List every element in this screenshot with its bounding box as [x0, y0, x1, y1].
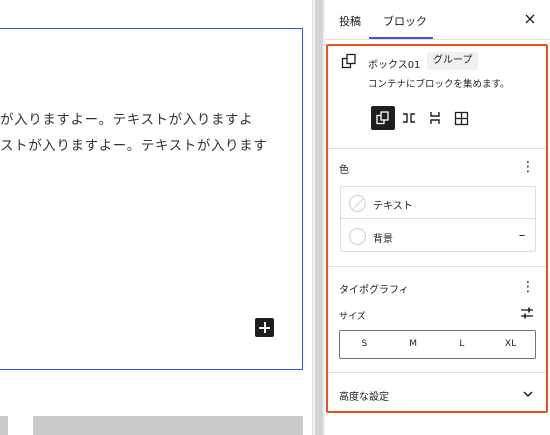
- reset-background-button[interactable]: –: [515, 229, 529, 243]
- canvas-bottom-strip: [0, 416, 8, 435]
- tab-post[interactable]: 投稿: [339, 13, 361, 29]
- panel-divider: [328, 266, 546, 267]
- settings-sidebar: 投稿 ブロック × ボックス01 グループ コンテナにブロックを集めます。 色 …: [325, 0, 550, 435]
- advanced-panel-title[interactable]: 高度な設定: [339, 388, 389, 403]
- row-icon: [403, 113, 415, 123]
- sidebar-tabs: 投稿 ブロック ×: [325, 0, 550, 40]
- block-name: ボックス01: [368, 60, 421, 71]
- close-sidebar-button[interactable]: ×: [521, 9, 539, 29]
- panel-divider: [328, 372, 546, 373]
- group-block-icon: [341, 53, 356, 69]
- color-panel-title: 色: [339, 165, 349, 176]
- group-icon: [376, 111, 389, 125]
- canvas-bottom-block: [33, 416, 303, 435]
- panel-divider: [328, 148, 546, 149]
- variation-stack-button[interactable]: [423, 106, 447, 130]
- active-tab-indicator: [369, 37, 433, 39]
- color-settings-list: テキスト 背景 –: [340, 186, 536, 252]
- canvas-scrollbar[interactable]: [312, 0, 325, 435]
- block-description: コンテナにブロックを集めます。: [368, 79, 510, 90]
- font-size-s[interactable]: S: [340, 331, 389, 358]
- color-options-kebab-icon[interactable]: ⋮: [521, 158, 535, 176]
- font-size-m[interactable]: M: [389, 331, 438, 358]
- background-color-swatch-icon: [349, 228, 366, 245]
- chevron-down-icon[interactable]: [520, 386, 536, 402]
- color-item-label: 背景: [373, 234, 393, 245]
- block-inserter-plus-icon[interactable]: [255, 318, 274, 337]
- tab-block[interactable]: ブロック: [383, 13, 427, 29]
- text-color-swatch-icon: [349, 195, 366, 212]
- custom-size-settings-icon[interactable]: [519, 305, 535, 321]
- font-size-label: サイズ: [339, 312, 366, 322]
- scrollbar-thumb[interactable]: [315, 0, 323, 435]
- color-item-background[interactable]: 背景 –: [341, 220, 535, 252]
- font-size-l[interactable]: L: [438, 331, 487, 358]
- variation-badge: グループ: [427, 52, 479, 70]
- color-item-label: テキスト: [373, 201, 413, 212]
- color-item-text[interactable]: テキスト: [341, 187, 535, 219]
- paragraph-line-2[interactable]: ストが入りますよー。テキストが入ります: [0, 134, 267, 154]
- variation-grid-button[interactable]: [449, 106, 473, 130]
- grid-icon: [454, 111, 468, 125]
- paragraph-line-1[interactable]: が入りますよー。テキストが入りますよ: [0, 108, 253, 128]
- stack-icon: [430, 112, 440, 124]
- typography-options-kebab-icon[interactable]: ⋮: [521, 278, 535, 296]
- variation-row-button[interactable]: [397, 106, 421, 130]
- variation-group-button[interactable]: [371, 106, 395, 130]
- font-size-picker: S M L XL: [339, 330, 536, 359]
- font-size-xl[interactable]: XL: [486, 331, 535, 358]
- typography-panel-title: タイポグラフィ: [339, 285, 409, 296]
- editor-canvas: が入りますよー。テキストが入りますよ ストが入りますよー。テキストが入ります: [0, 0, 312, 435]
